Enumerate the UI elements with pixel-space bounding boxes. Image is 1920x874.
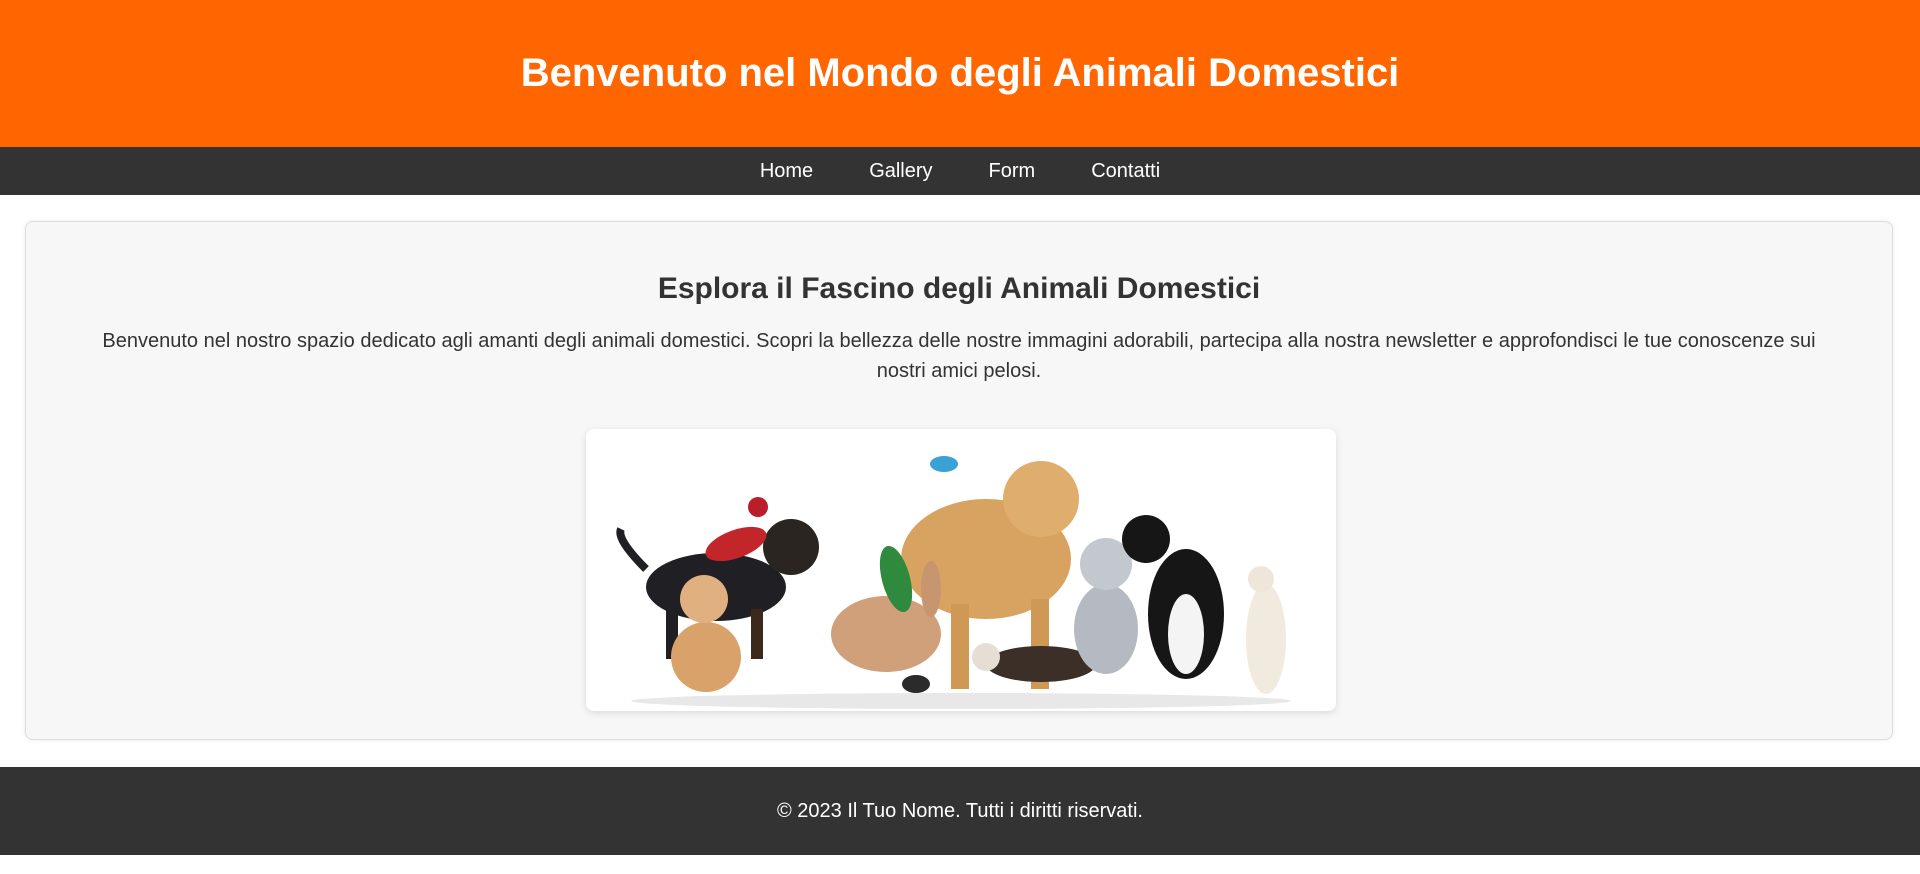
content-card: Esplora il Fascino degli Animali Domesti… xyxy=(25,221,1893,740)
page-title: Benvenuto nel Mondo degli Animali Domest… xyxy=(520,51,1400,95)
copyright-text: © 2023 Il Tuo Nome. Tutti i diritti rise… xyxy=(777,799,1143,822)
nav-link-form[interactable]: Form xyxy=(989,160,1036,183)
pets-group-image xyxy=(586,429,1336,711)
site-header: Benvenuto nel Mondo degli Animali Domest… xyxy=(0,0,1920,147)
section-heading: Esplora il Fascino degli Animali Domesti… xyxy=(657,272,1261,305)
nav-link-home[interactable]: Home xyxy=(760,160,813,183)
nav-link-contatti[interactable]: Contatti xyxy=(1091,160,1160,183)
site-footer: © 2023 Il Tuo Nome. Tutti i diritti rise… xyxy=(0,767,1920,855)
nav-link-gallery[interactable]: Gallery xyxy=(869,160,932,183)
intro-paragraph: Benvenuto nel nostro spazio dedicato agl… xyxy=(102,330,1816,382)
main-nav: Home Gallery Form Contatti xyxy=(0,147,1920,195)
